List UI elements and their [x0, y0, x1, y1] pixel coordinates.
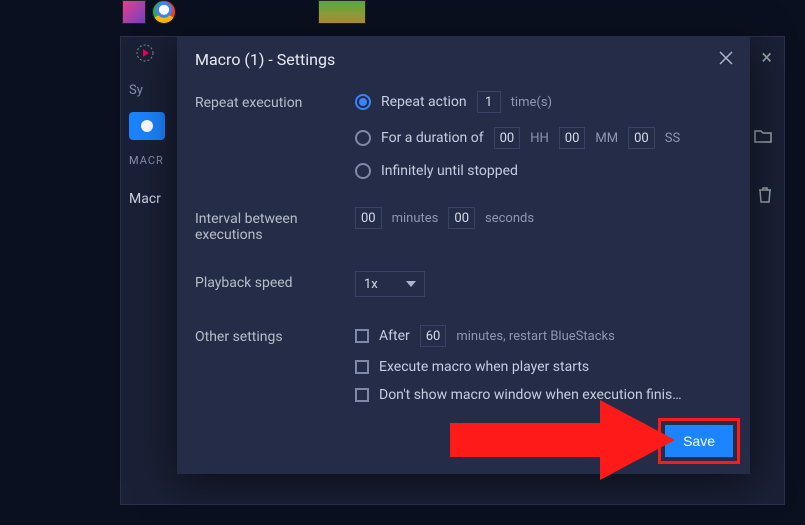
restart-checkbox[interactable]	[355, 329, 369, 343]
interval-seconds-input[interactable]: 00	[448, 207, 475, 229]
game-icon[interactable]	[318, 0, 366, 24]
dont-show-text: Don't show macro window when execution f…	[379, 387, 682, 403]
speed-value: 1x	[364, 277, 378, 292]
restart-minutes-input[interactable]: 60	[420, 325, 447, 347]
macro-tab-label: MACR	[129, 154, 177, 167]
mm-label: MM	[595, 131, 618, 146]
record-icon	[135, 43, 155, 63]
chevron-down-icon	[406, 281, 416, 287]
duration-mm-input[interactable]: 00	[559, 127, 586, 149]
other-label: Other settings	[195, 325, 355, 403]
macro-settings-dialog: Macro (1) - Settings Repeat execution Re…	[177, 36, 750, 474]
window-close-icon[interactable]: ×	[761, 45, 772, 69]
execute-on-start-text: Execute macro when player starts	[379, 359, 589, 375]
repeat-action-count-input[interactable]: 1	[477, 91, 501, 113]
duration-ss-input[interactable]: 00	[628, 127, 655, 149]
save-button[interactable]: Save	[665, 425, 733, 457]
repeat-action-text: Repeat action	[381, 94, 467, 110]
chrome-icon[interactable]	[152, 0, 176, 24]
repeat-label: Repeat execution	[195, 91, 355, 179]
save-highlight: Save	[658, 418, 740, 464]
repeat-action-suffix: time(s)	[511, 95, 552, 110]
speed-select[interactable]: 1x	[355, 271, 425, 297]
interval-label: Interval between executions	[195, 207, 355, 243]
dialog-close-button[interactable]	[714, 46, 738, 70]
repeat-duration-text: For a duration of	[381, 130, 484, 146]
repeat-infinite-text: Infinitely until stopped	[381, 163, 518, 179]
taskbar	[122, 0, 176, 24]
trash-icon[interactable]	[758, 187, 772, 207]
sy-label: Sy	[129, 83, 177, 98]
apps-icon[interactable]	[122, 0, 146, 24]
dont-show-checkbox[interactable]	[355, 388, 369, 402]
ss-label: SS	[665, 131, 680, 146]
repeat-options: Repeat action 1 time(s) For a duration o…	[355, 91, 732, 179]
restart-prefix: After	[379, 328, 410, 344]
hh-label: HH	[530, 131, 549, 146]
macro-row-label: Macr	[129, 191, 177, 207]
repeat-action-radio[interactable]	[355, 94, 371, 110]
record-button[interactable]	[129, 112, 165, 140]
speed-label: Playback speed	[195, 271, 355, 297]
dialog-title: Macro (1) - Settings	[177, 36, 750, 83]
restart-suffix: minutes, restart BlueStacks	[456, 329, 614, 344]
repeat-infinite-radio[interactable]	[355, 163, 371, 179]
execute-on-start-checkbox[interactable]	[355, 360, 369, 374]
interval-minutes-label: minutes	[392, 211, 439, 226]
interval-seconds-label: seconds	[485, 211, 534, 226]
repeat-duration-radio[interactable]	[355, 130, 371, 146]
folder-icon[interactable]	[754, 129, 772, 147]
interval-minutes-input[interactable]: 00	[355, 207, 382, 229]
duration-hh-input[interactable]: 00	[494, 127, 521, 149]
